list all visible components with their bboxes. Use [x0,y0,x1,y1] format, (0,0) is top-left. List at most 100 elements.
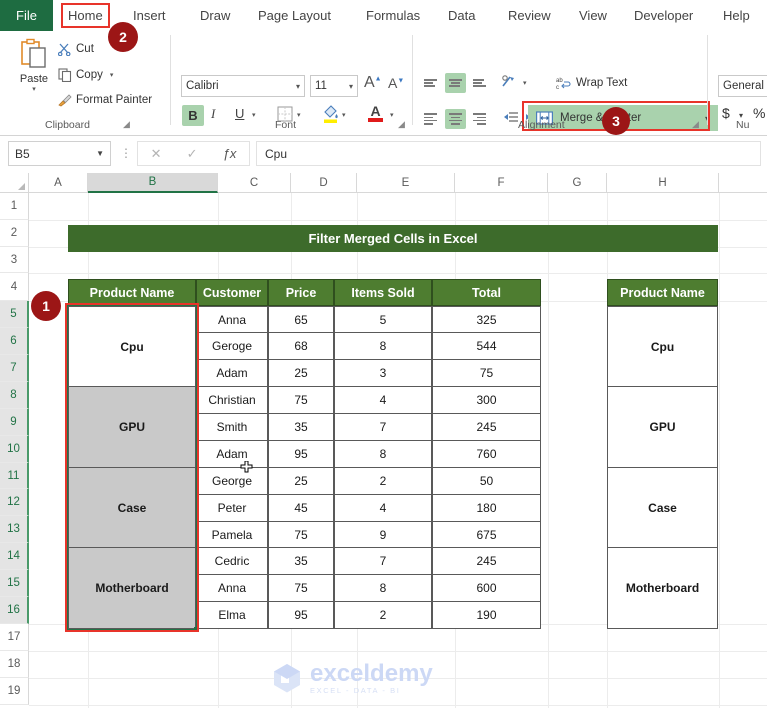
row-header-2[interactable]: 2 [0,220,29,247]
number-format-input[interactable]: General [718,75,767,97]
align-right-button[interactable] [471,111,488,127]
row-header-9[interactable]: 9 [0,409,29,436]
column-header-b[interactable]: B [88,173,218,193]
borders-chevron-down-icon[interactable]: ▾ [297,111,301,119]
cell-total-r9[interactable]: 675 [432,522,541,548]
column-header-d[interactable]: D [291,173,357,193]
cell-total-r6[interactable]: 760 [432,441,541,468]
cell-price-r7[interactable]: 25 [268,468,334,495]
tab-view[interactable]: View [579,0,607,31]
cell-price-r4[interactable]: 75 [268,387,334,414]
cell-price-r9[interactable]: 75 [268,522,334,548]
row-header-18[interactable]: 18 [0,651,29,678]
tab-formulas[interactable]: Formulas [366,0,420,31]
tab-home[interactable]: Home [61,3,110,28]
row-header-6[interactable]: 6 [0,328,29,355]
row-header-1[interactable]: 1 [0,193,29,220]
align-top-button[interactable] [422,75,439,91]
cell-price-r5[interactable]: 35 [268,414,334,441]
cell-total-r10[interactable]: 245 [432,548,541,575]
cell-items-r5[interactable]: 7 [334,414,432,441]
align-middle-button[interactable] [445,73,466,93]
cell-items-r12[interactable]: 2 [334,602,432,629]
cell-total-r4[interactable]: 300 [432,387,541,414]
underline-button[interactable]: U [235,106,244,121]
cell-customer-r7[interactable]: George [196,468,268,495]
cell-total-r1[interactable]: 325 [432,306,541,333]
percent-format-button[interactable]: % [753,105,765,121]
row-header-16[interactable]: 16 [0,597,29,624]
select-all-corner[interactable] [0,173,29,193]
decrease-indent-icon[interactable] [503,111,519,125]
tab-data[interactable]: Data [448,0,475,31]
row-header-4[interactable]: 4 [0,273,29,301]
confirm-formula-icon[interactable]: ✓ [187,146,198,162]
cell-total-r3[interactable]: 75 [432,360,541,387]
tab-developer[interactable]: Developer [634,0,693,31]
cell-items-r3[interactable]: 3 [334,360,432,387]
cell-customer-r12[interactable]: Elma [196,602,268,629]
cell-items-r8[interactable]: 4 [334,495,432,522]
font-size-chevron-down-icon[interactable]: ▾ [349,82,353,91]
cell-price-r3[interactable]: 25 [268,360,334,387]
cell-items-r4[interactable]: 4 [334,387,432,414]
row-header-13[interactable]: 13 [0,516,29,543]
format-painter-button[interactable]: Format Painter [58,93,152,107]
cell-customer-r2[interactable]: Geroge [196,333,268,360]
row-header-15[interactable]: 15 [0,570,29,597]
cell-total-r11[interactable]: 600 [432,575,541,602]
font-name-input[interactable]: Calibri ▾ [181,75,305,97]
tab-review[interactable]: Review [508,0,551,31]
font-name-chevron-down-icon[interactable]: ▾ [296,82,300,91]
cell-items-r11[interactable]: 8 [334,575,432,602]
cell-price-r10[interactable]: 35 [268,548,334,575]
cell-customer-r3[interactable]: Adam [196,360,268,387]
cell-items-r6[interactable]: 8 [334,441,432,468]
cell-customer-r1[interactable]: Anna [196,306,268,333]
cancel-formula-icon[interactable]: ✕ [151,146,162,162]
orientation-chevron-down-icon[interactable]: ▾ [523,79,527,87]
cell-total-r5[interactable]: 245 [432,414,541,441]
paste-button[interactable]: Paste ▾ [10,38,58,118]
align-center-button[interactable] [445,109,466,129]
cell-price-r2[interactable]: 68 [268,333,334,360]
cell-price-r8[interactable]: 45 [268,495,334,522]
row-header-11[interactable]: 11 [0,463,29,489]
fill-color-chevron-down-icon[interactable]: ▾ [342,111,346,119]
name-box-chevron-down-icon[interactable]: ▼ [96,149,104,158]
copy-chevron-down-icon[interactable]: ▾ [110,71,114,79]
align-bottom-button[interactable] [471,75,488,91]
column-header-i[interactable] [719,173,767,193]
cell-customer-r10[interactable]: Cedric [196,548,268,575]
cell-items-r1[interactable]: 5 [334,306,432,333]
cell-customer-r9[interactable]: Pamela [196,522,268,548]
row-header-8[interactable]: 8 [0,382,29,409]
row-header-5[interactable]: 5 [0,301,29,328]
orientation-icon[interactable] [501,73,519,91]
cell-total-r8[interactable]: 180 [432,495,541,522]
column-header-f[interactable]: F [455,173,548,193]
decrease-font-size-button[interactable]: A▼ [388,75,404,91]
font-size-input[interactable]: 11 ▾ [310,75,358,97]
row-header-10[interactable]: 10 [0,436,29,463]
paste-chevron-down-icon[interactable]: ▾ [32,85,36,93]
underline-chevron-down-icon[interactable]: ▾ [252,111,256,119]
cell-customer-r5[interactable]: Smith [196,414,268,441]
row-header-3[interactable]: 3 [0,247,29,273]
cell-total-r7[interactable]: 50 [432,468,541,495]
side-table-cell-case[interactable]: Case [607,468,718,548]
wrap-text-button[interactable]: ab c Wrap Text [556,76,627,90]
cell-price-r12[interactable]: 95 [268,602,334,629]
insert-function-icon[interactable]: ƒx [223,146,237,161]
increase-font-size-button[interactable]: A▲ [364,74,382,92]
font-color-chevron-down-icon[interactable]: ▾ [390,111,394,119]
column-header-c[interactable]: C [218,173,291,193]
cell-items-r10[interactable]: 7 [334,548,432,575]
row-header-7[interactable]: 7 [0,355,29,382]
cell-items-r7[interactable]: 2 [334,468,432,495]
row-header-12[interactable]: 12 [0,489,29,516]
tab-page-layout[interactable]: Page Layout [258,0,331,31]
cell-total-r2[interactable]: 544 [432,333,541,360]
name-box[interactable]: B5 ▼ [8,141,111,166]
column-header-h[interactable]: H [607,173,719,193]
